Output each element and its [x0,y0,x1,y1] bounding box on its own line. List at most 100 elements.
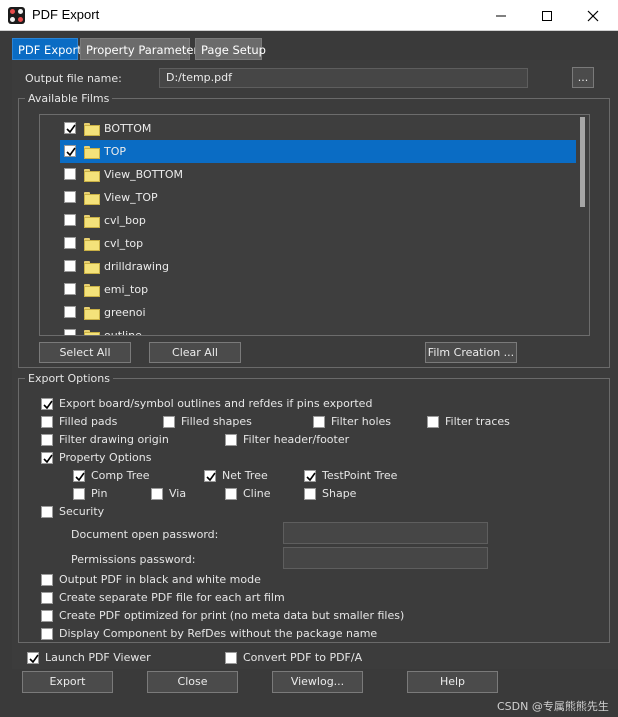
films-list[interactable]: BOTTOM TOP View_BOTTOM View_TOP cvl_bop cvl_t… [39,114,590,336]
pin-label: Pin [91,487,108,500]
shape-checkbox[interactable] [304,488,316,500]
via-checkbox[interactable] [151,488,163,500]
display-refdes-label: Display Component by RefDes without the … [59,627,378,640]
film-label: cvl_bop [104,214,146,227]
maximize-button[interactable] [524,0,570,31]
film-checkbox[interactable] [64,260,76,272]
viewlog-button[interactable]: Viewlog... [272,671,363,693]
help-button[interactable]: Help [407,671,498,693]
checkmark-icon [43,400,53,410]
property-options-label: Property Options [59,451,152,464]
output-file-input[interactable]: D:/temp.pdf [159,68,528,88]
filter-header-footer-label: Filter header/footer [243,433,350,446]
property-options-checkbox[interactable] [41,452,53,464]
minimize-button[interactable] [478,0,524,31]
cline-checkbox[interactable] [225,488,237,500]
optimized-label: Create PDF optimized for print (no meta … [59,609,405,622]
testpoint-tree-checkbox[interactable] [304,470,316,482]
checkmark-icon [75,472,85,482]
film-checkbox[interactable] [64,145,76,157]
film-row[interactable]: View_TOP [60,186,577,209]
films-scrollbar-thumb[interactable] [580,117,585,207]
tab-page-setup[interactable]: Page Setup [195,38,266,60]
pin-checkbox[interactable] [73,488,85,500]
watermark-text: CSDN @专属熊熊先生 [497,700,609,713]
document-open-password-input[interactable] [283,522,488,544]
browse-button[interactable]: ... [572,67,594,88]
filled-pads-checkbox[interactable] [41,416,53,428]
film-label: outline [104,329,142,336]
filled-shapes-label: Filled shapes [181,415,252,428]
launch-viewer-label: Launch PDF Viewer [45,651,151,664]
tab-property-parameters[interactable]: Property Parameters [80,38,204,60]
film-row[interactable]: BOTTOM [60,117,577,140]
permissions-password-label: Permissions password: [71,553,196,566]
filled-pads-label: Filled pads [59,415,118,428]
film-checkbox[interactable] [64,122,76,134]
filter-drawing-origin-checkbox[interactable] [41,434,53,446]
tab-pdf-export[interactable]: PDF Export [12,38,82,60]
filter-holes-label: Filter holes [331,415,391,428]
film-row[interactable]: View_BOTTOM [60,163,577,186]
film-row[interactable]: greenoi [60,301,577,324]
black-white-checkbox[interactable] [41,574,53,586]
document-open-password-label: Document open password: [71,528,219,541]
film-row[interactable]: cvl_top [60,232,577,255]
folder-icon [84,330,100,335]
security-checkbox[interactable] [41,506,53,518]
launch-viewer-checkbox[interactable] [27,652,39,664]
filter-header-footer-checkbox[interactable] [225,434,237,446]
film-checkbox[interactable] [64,329,76,335]
comp-tree-checkbox[interactable] [73,470,85,482]
film-row[interactable]: drilldrawing [60,255,577,278]
film-checkbox[interactable] [64,306,76,318]
select-all-button[interactable]: Select All [39,342,131,363]
film-label: BOTTOM [104,122,152,135]
checkmark-icon [66,124,76,134]
folder-icon [84,192,100,205]
checkmark-icon [206,472,216,482]
checkmark-icon [43,454,53,464]
film-label: View_TOP [104,191,158,204]
app-logo-icon [8,7,25,24]
films-scrollbar[interactable] [576,115,589,335]
separate-pdf-checkbox[interactable] [41,592,53,604]
black-white-label: Output PDF in black and white mode [59,573,261,586]
output-file-label: Output file name: [25,72,122,85]
film-checkbox[interactable] [64,214,76,226]
film-label: drilldrawing [104,260,169,273]
title-bar: PDF Export [0,0,618,31]
filter-traces-checkbox[interactable] [427,416,439,428]
film-row[interactable]: TOP [60,140,577,163]
checkmark-icon [29,654,39,664]
net-tree-checkbox[interactable] [204,470,216,482]
comp-tree-label: Comp Tree [91,469,150,482]
film-row[interactable]: emi_top [60,278,577,301]
checkmark-icon [66,147,76,157]
filter-holes-checkbox[interactable] [313,416,325,428]
film-checkbox[interactable] [64,283,76,295]
export-outlines-checkbox[interactable] [41,398,53,410]
folder-icon [84,123,100,136]
film-label: TOP [104,145,127,158]
film-row[interactable]: outline [60,324,577,336]
display-refdes-checkbox[interactable] [41,628,53,640]
convert-pdfa-checkbox[interactable] [225,652,237,664]
cline-label: Cline [243,487,271,500]
close-button[interactable]: Close [147,671,238,693]
close-window-button[interactable] [570,0,616,31]
permissions-password-input[interactable] [283,547,488,569]
folder-icon [84,238,100,251]
film-creation-button[interactable]: Film Creation ... [425,342,517,363]
film-checkbox[interactable] [64,168,76,180]
film-checkbox[interactable] [64,191,76,203]
export-button[interactable]: Export [22,671,113,693]
film-checkbox[interactable] [64,237,76,249]
folder-icon [84,284,100,297]
optimized-checkbox[interactable] [41,610,53,622]
film-row[interactable]: cvl_bop [60,209,577,232]
clear-all-button[interactable]: Clear All [149,342,241,363]
testpoint-tree-label: TestPoint Tree [322,469,398,482]
filled-shapes-checkbox[interactable] [163,416,175,428]
film-label: greenoi [104,306,146,319]
